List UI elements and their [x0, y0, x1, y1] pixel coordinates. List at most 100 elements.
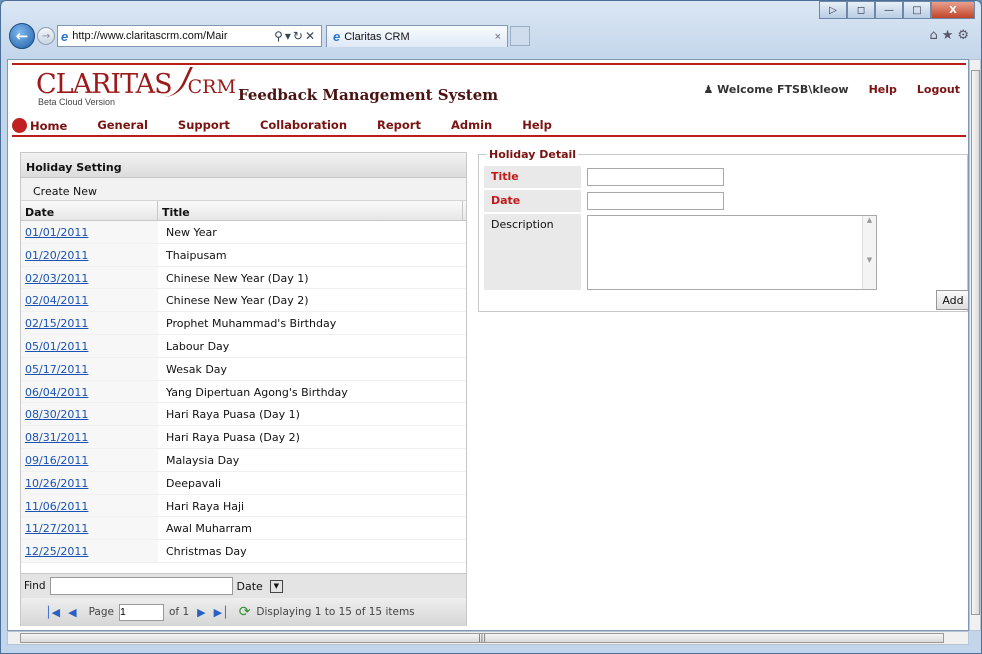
table-row[interactable]: 08/30/2011 Hari Raya Puasa (Day 1)	[21, 403, 466, 427]
table-row[interactable]: 01/01/2011 New Year	[21, 221, 466, 244]
create-new-button[interactable]: Create New	[21, 178, 466, 201]
menu-home[interactable]: Home	[12, 117, 67, 133]
column-date[interactable]: Date	[21, 201, 158, 220]
ie-page-icon: e	[61, 28, 69, 44]
table-row[interactable]: 11/06/2011 Hari Raya Haji	[21, 494, 466, 518]
holiday-title: Hari Raya Puasa (Day 2)	[166, 431, 300, 445]
new-tab-button[interactable]	[510, 26, 530, 46]
menu-report[interactable]: Report	[377, 118, 421, 132]
date-link[interactable]: 12/25/2011	[21, 540, 158, 562]
add-button[interactable]: Add	[936, 290, 968, 310]
snap-icon[interactable]: ▷	[819, 1, 847, 19]
date-link[interactable]: 05/01/2011	[21, 334, 158, 357]
menu-help[interactable]: Help	[522, 118, 552, 132]
maximize-button[interactable]: □	[903, 1, 931, 19]
date-link[interactable]: 08/31/2011	[21, 426, 158, 448]
description-textarea[interactable]: ▲ ▼	[587, 215, 877, 290]
home-icon	[12, 117, 27, 133]
help-link[interactable]: Help	[869, 83, 897, 96]
logo-beta: Beta Cloud Version	[38, 97, 116, 107]
table-row[interactable]: 12/25/2011 Christmas Day	[21, 540, 466, 563]
holiday-title: Wesak Day	[166, 362, 228, 376]
close-button[interactable]: X	[931, 1, 975, 19]
date-link[interactable]: 02/03/2011	[21, 266, 158, 289]
title-input[interactable]	[587, 168, 724, 186]
pager: │◀ ◀ Page of 1 ▶ ▶│ ⟳ Displaying 1 to 15…	[21, 598, 466, 626]
logout-link[interactable]: Logout	[917, 83, 960, 96]
table-row[interactable]: 09/16/2011 Malaysia Day	[21, 448, 466, 472]
description-label: Description	[484, 214, 581, 290]
minimize-button[interactable]: —	[875, 1, 903, 19]
table-row[interactable]: 11/27/2011 Awal Muharram	[21, 517, 466, 541]
horizontal-scroll-thumb[interactable]: |||	[20, 633, 944, 643]
next-page-icon[interactable]: ▶	[197, 606, 205, 619]
table-row[interactable]: 10/26/2011 Deepavali	[21, 471, 466, 495]
prev-page-icon[interactable]: ◀	[68, 606, 76, 619]
table-row[interactable]: 08/31/2011 Hari Raya Puasa (Day 2)	[21, 426, 466, 449]
welcome-user: ♟ Welcome FTSB\kleow	[703, 83, 848, 96]
refresh-icon[interactable]: ⟳	[239, 604, 251, 620]
logo-crm: CRM	[187, 76, 236, 98]
find-field-value: Date	[236, 579, 263, 593]
date-link[interactable]: 09/16/2011	[21, 448, 158, 471]
textarea-scrollbar[interactable]: ▲ ▼	[862, 216, 876, 289]
table-row[interactable]: 02/15/2011 Prophet Muhammad's Birthday	[21, 312, 466, 335]
claritas-logo: CLARITAS CRM Beta Cloud Version	[36, 67, 236, 107]
address-url: http://www.claritascrm.com/Mair	[72, 30, 228, 42]
chevron-down-icon[interactable]: ▼	[269, 579, 283, 593]
menu-support[interactable]: Support	[178, 118, 230, 132]
date-link[interactable]: 06/04/2011	[21, 380, 158, 403]
holiday-title: Christmas Day	[166, 545, 247, 559]
menu-admin[interactable]: Admin	[451, 118, 492, 132]
address-controls[interactable]: ⚲▾↻✕	[274, 29, 321, 43]
page-input[interactable]	[118, 603, 164, 621]
table-row[interactable]: 05/17/2011 Wesak Day	[21, 357, 466, 381]
holiday-detail-panel: Holiday Detail Title Date Description ▲ ▼…	[478, 148, 968, 312]
detail-legend: Holiday Detail	[487, 148, 579, 161]
logo-main: CLARITAS	[36, 69, 173, 100]
holiday-title: Yang Dipertuan Agong's Birthday	[166, 385, 348, 399]
address-bar[interactable]: e http://www.claritascrm.com/Mair ⚲▾↻✕	[57, 25, 322, 47]
forward-button[interactable]: →	[37, 27, 55, 45]
date-link[interactable]: 08/30/2011	[21, 403, 158, 426]
compat-icon[interactable]: ◻	[847, 1, 875, 19]
find-field-select[interactable]: Date ▼	[237, 577, 283, 595]
column-title[interactable]: Title	[158, 201, 463, 220]
browser-tools[interactable]: ⌂★⚙	[929, 28, 973, 43]
table-row[interactable]: 02/03/2011 Chinese New Year (Day 1)	[21, 266, 466, 290]
last-page-icon[interactable]: ▶│	[214, 606, 229, 619]
user-bar: ♟ Welcome FTSB\kleow Help Logout	[703, 83, 960, 96]
vertical-scrollbar[interactable]	[969, 59, 981, 631]
date-input[interactable]	[587, 192, 724, 210]
page-count: of 1	[168, 606, 190, 618]
tab-close-icon[interactable]: ×	[495, 31, 501, 43]
date-link[interactable]: 10/26/2011	[21, 471, 158, 494]
menu-collaboration[interactable]: Collaboration	[260, 118, 347, 132]
date-link[interactable]: 11/27/2011	[21, 517, 158, 540]
horizontal-scrollbar[interactable]: |||	[7, 631, 969, 645]
date-link[interactable]: 11/06/2011	[21, 494, 158, 517]
find-input[interactable]	[49, 577, 233, 595]
first-page-icon[interactable]: │◀	[45, 606, 60, 619]
grid-rows: 01/01/2011 New Year 01/20/2011 Thaipusam 02/…	[21, 221, 466, 563]
back-button[interactable]: ←	[9, 23, 35, 49]
holiday-title: Prophet Muhammad's Birthday	[166, 317, 337, 331]
holiday-title: Hari Raya Haji	[166, 499, 245, 513]
table-row[interactable]: 06/04/2011 Yang Dipertuan Agong's Birthda…	[21, 380, 466, 404]
title-label: Title	[484, 166, 581, 188]
user-icon: ♟	[703, 83, 718, 96]
date-link[interactable]: 02/04/2011	[21, 289, 158, 312]
displaying-status: Displaying 1 to 15 of 15 items	[256, 606, 415, 618]
table-row[interactable]: 01/20/2011 Thaipusam	[21, 243, 466, 267]
table-row[interactable]: 02/04/2011 Chinese New Year (Day 2)	[21, 289, 466, 313]
vertical-scroll-thumb[interactable]	[971, 70, 980, 615]
date-link[interactable]: 05/17/2011	[21, 357, 158, 380]
browser-window: ▷ ◻ — □ X ← → e http://www.claritascrm.c…	[0, 0, 982, 654]
date-link[interactable]: 01/01/2011	[21, 221, 158, 243]
browser-tab[interactable]: e Claritas CRM ×	[326, 25, 508, 47]
table-row[interactable]: 05/01/2011 Labour Day	[21, 334, 466, 358]
title-bar: ▷ ◻ — □ X ← → e http://www.claritascrm.c…	[1, 1, 981, 59]
menu-general[interactable]: General	[97, 118, 148, 132]
date-link[interactable]: 02/15/2011	[21, 312, 158, 334]
date-link[interactable]: 01/20/2011	[21, 243, 158, 266]
